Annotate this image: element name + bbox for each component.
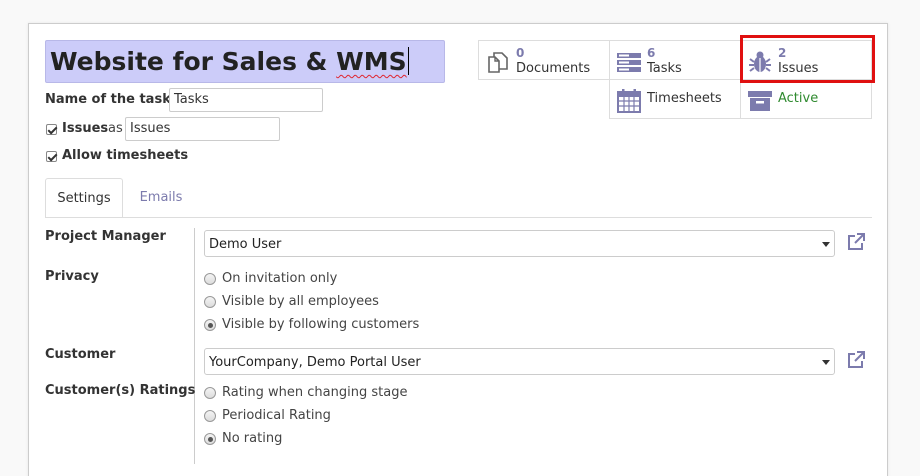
active-toggle-button[interactable]: Active	[740, 79, 872, 119]
customer-value: YourCompany, Demo Portal User	[209, 355, 421, 370]
tasks-name-input[interactable]: Tasks	[169, 88, 323, 112]
chevron-down-icon	[822, 360, 830, 365]
rating-radio-periodical[interactable]	[204, 410, 216, 422]
issues-highlight-frame	[740, 35, 875, 83]
rating-option-none: No rating	[222, 431, 283, 446]
privacy-option-employees: Visible by all employees	[222, 294, 379, 309]
rating-radio-none[interactable]	[204, 433, 216, 445]
external-link-icon[interactable]	[846, 351, 866, 369]
timesheets-checkbox[interactable]	[46, 151, 57, 162]
privacy-radio-customers[interactable]	[204, 319, 216, 331]
project-manager-select[interactable]: Demo User	[204, 230, 835, 257]
documents-icon	[488, 52, 508, 73]
privacy-option-invitation: On invitation only	[222, 271, 338, 286]
tab-emails-label: Emails	[139, 190, 183, 205]
project-title: Website for Sales & WMS	[50, 47, 409, 76]
rating-radio-stage[interactable]	[204, 387, 216, 399]
issues-as-label: as	[108, 121, 123, 136]
tasks-icon	[617, 53, 641, 72]
tasks-button[interactable]: 6 Tasks	[609, 40, 741, 80]
documents-label: Documents	[516, 61, 591, 76]
label-column-separator	[194, 228, 195, 464]
active-status-label: Active	[778, 91, 819, 106]
tab-divider	[45, 217, 872, 218]
privacy-option-customers: Visible by following customers	[222, 317, 420, 332]
calendar-icon	[617, 89, 641, 113]
privacy-radio-employees[interactable]	[204, 296, 216, 308]
tasks-count: 6	[647, 46, 656, 60]
project-title-text-part1: Website for Sales &	[50, 47, 337, 76]
tasks-label: Tasks	[647, 61, 682, 76]
documents-count: 0	[516, 46, 525, 60]
ratings-label: Customer(s) Ratings	[45, 383, 196, 398]
issues-checkbox[interactable]	[46, 124, 57, 135]
archive-icon	[748, 91, 772, 111]
customer-label: Customer	[45, 347, 116, 362]
tasks-name-label: Name of the tasks :	[45, 92, 189, 107]
customer-select[interactable]: YourCompany, Demo Portal User	[204, 348, 835, 375]
timesheets-button-label: Timesheets	[647, 91, 722, 106]
tab-settings[interactable]: Settings	[45, 178, 123, 218]
tab-emails[interactable]: Emails	[123, 178, 199, 218]
tab-settings-label: Settings	[57, 191, 111, 206]
text-caret	[407, 47, 409, 75]
privacy-radio-invitation[interactable]	[204, 273, 216, 285]
external-link-icon[interactable]	[846, 233, 866, 251]
timesheets-label: Allow timesheets	[62, 148, 189, 163]
rating-option-stage: Rating when changing stage	[222, 385, 408, 400]
rating-option-periodical: Periodical Rating	[222, 408, 331, 423]
project-title-input[interactable]: Website for Sales & WMS	[45, 40, 445, 83]
issues-alias-input[interactable]: Issues	[125, 117, 280, 141]
project-manager-value: Demo User	[209, 237, 282, 252]
project-title-text-part2: WMS	[336, 47, 407, 76]
timesheets-button[interactable]: Timesheets	[609, 79, 741, 119]
privacy-label: Privacy	[45, 269, 99, 284]
issues-label: Issues	[62, 121, 109, 136]
documents-button[interactable]: 0 Documents	[478, 40, 610, 80]
project-manager-label: Project Manager	[45, 229, 166, 244]
chevron-down-icon	[822, 242, 830, 247]
